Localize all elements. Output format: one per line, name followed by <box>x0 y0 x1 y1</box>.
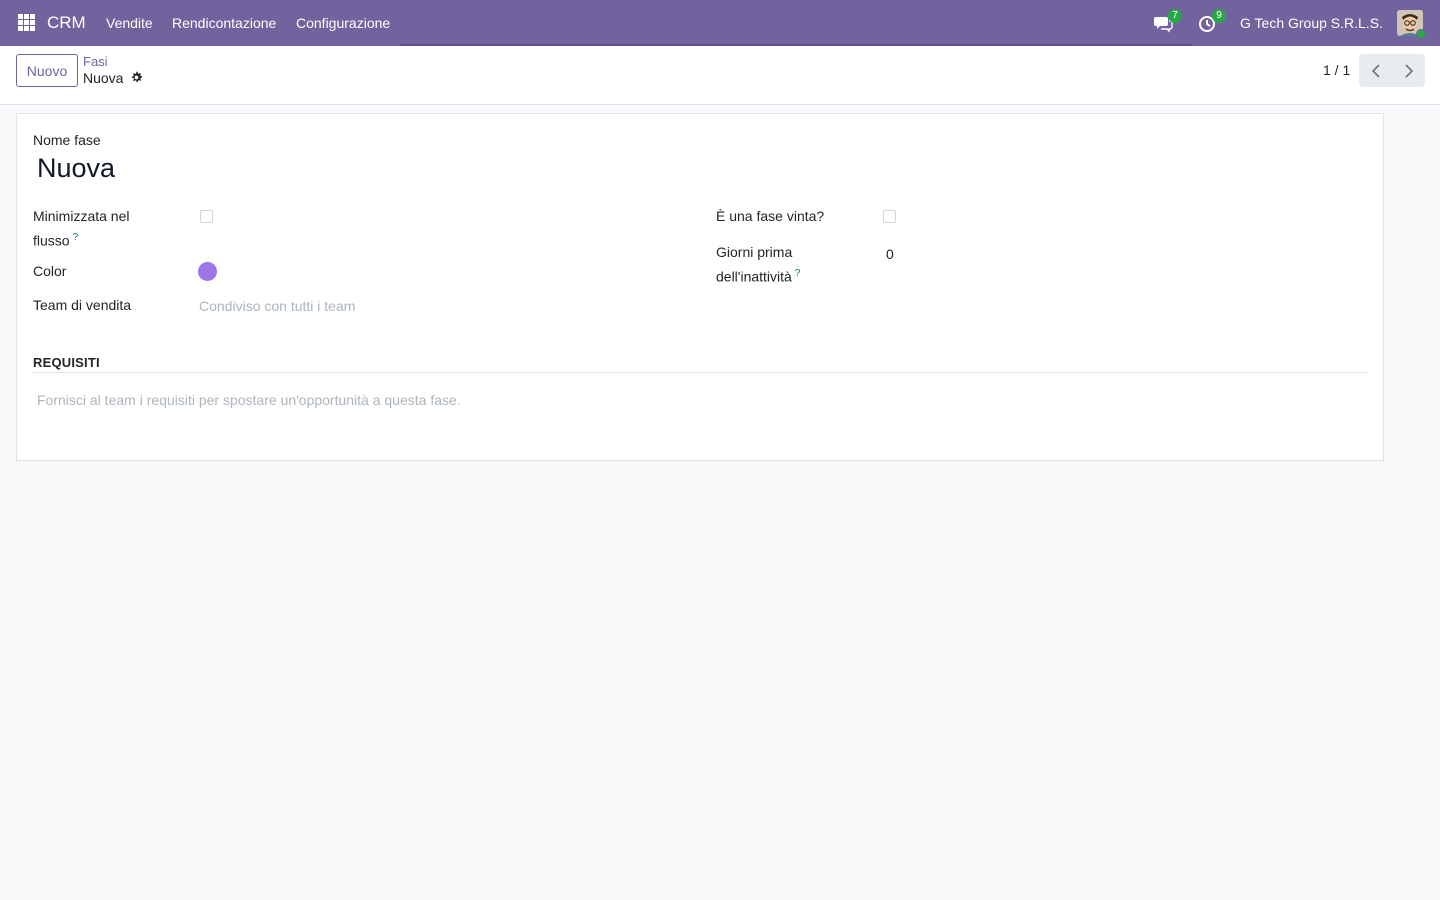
company-switcher[interactable]: G Tech Group S.R.L.S. <box>1240 15 1383 31</box>
menu-item-configurazione[interactable]: Configurazione <box>296 15 390 31</box>
rotting-help-icon[interactable]: ? <box>795 268 801 279</box>
messages-count-badge: 7 <box>1168 9 1182 23</box>
requirements-section-title: REQUISITI <box>33 355 100 370</box>
is-won-label: È una fase vinta? <box>716 208 825 224</box>
fold-label-line2: flusso <box>33 232 70 249</box>
fold-label-line1: Minimizzata nel <box>33 208 130 224</box>
color-picker[interactable] <box>198 262 217 281</box>
stage-name-label: Nome fase <box>33 132 101 148</box>
app-brand[interactable]: CRM <box>47 13 86 33</box>
menu-item-rendicontazione[interactable]: Rendicontazione <box>172 15 276 31</box>
is-won-checkbox[interactable] <box>883 210 896 223</box>
gear-icon[interactable] <box>130 71 143 84</box>
menu-item-vendite[interactable]: Vendite <box>106 15 153 31</box>
top-navbar: CRM Vendite Rendicontazione Configurazio… <box>0 0 1440 46</box>
rotting-days-input[interactable]: 0 <box>886 246 894 262</box>
requirements-textarea[interactable]: Fornisci al team i requisiti per spostar… <box>37 392 461 408</box>
chevron-right-icon <box>1404 63 1413 78</box>
fold-help-icon[interactable]: ? <box>73 232 79 243</box>
activities-count-badge: 9 <box>1212 9 1226 23</box>
fold-checkbox[interactable] <box>200 210 213 223</box>
pager-previous-button[interactable] <box>1359 54 1392 87</box>
rotting-label-line1: Giorni prima <box>716 244 793 260</box>
sales-team-input[interactable]: Condiviso con tutti i team <box>199 298 355 314</box>
breadcrumb-parent[interactable]: Fasi <box>83 54 108 69</box>
chevron-left-icon <box>1371 63 1380 78</box>
stage-name-input[interactable]: Nuova <box>37 153 115 184</box>
fold-label: Minimizzata nel flusso? <box>33 206 173 252</box>
rotting-label: Giorni prima dell'inattività? <box>716 242 866 288</box>
requirements-separator <box>33 372 1367 373</box>
user-avatar[interactable] <box>1397 10 1426 39</box>
color-label: Color <box>33 263 67 279</box>
apps-menu-icon[interactable] <box>18 14 35 31</box>
control-panel: Nuovo Fasi Nuova 1 / 1 <box>0 46 1440 105</box>
online-status-dot <box>1416 29 1426 39</box>
form-sheet: Nome fase Nuova Minimizzata nel flusso? … <box>16 113 1384 461</box>
breadcrumb-current: Nuova <box>83 70 124 86</box>
pager-value[interactable]: 1 / 1 <box>1323 62 1350 78</box>
messages-button[interactable]: 7 <box>1154 9 1182 34</box>
new-button[interactable]: Nuovo <box>16 54 78 87</box>
activities-button[interactable]: 9 <box>1198 9 1226 34</box>
pager-next-button[interactable] <box>1392 54 1425 87</box>
sales-team-label: Team di vendita <box>33 297 132 313</box>
rotting-label-line2: dell'inattività <box>716 268 792 285</box>
